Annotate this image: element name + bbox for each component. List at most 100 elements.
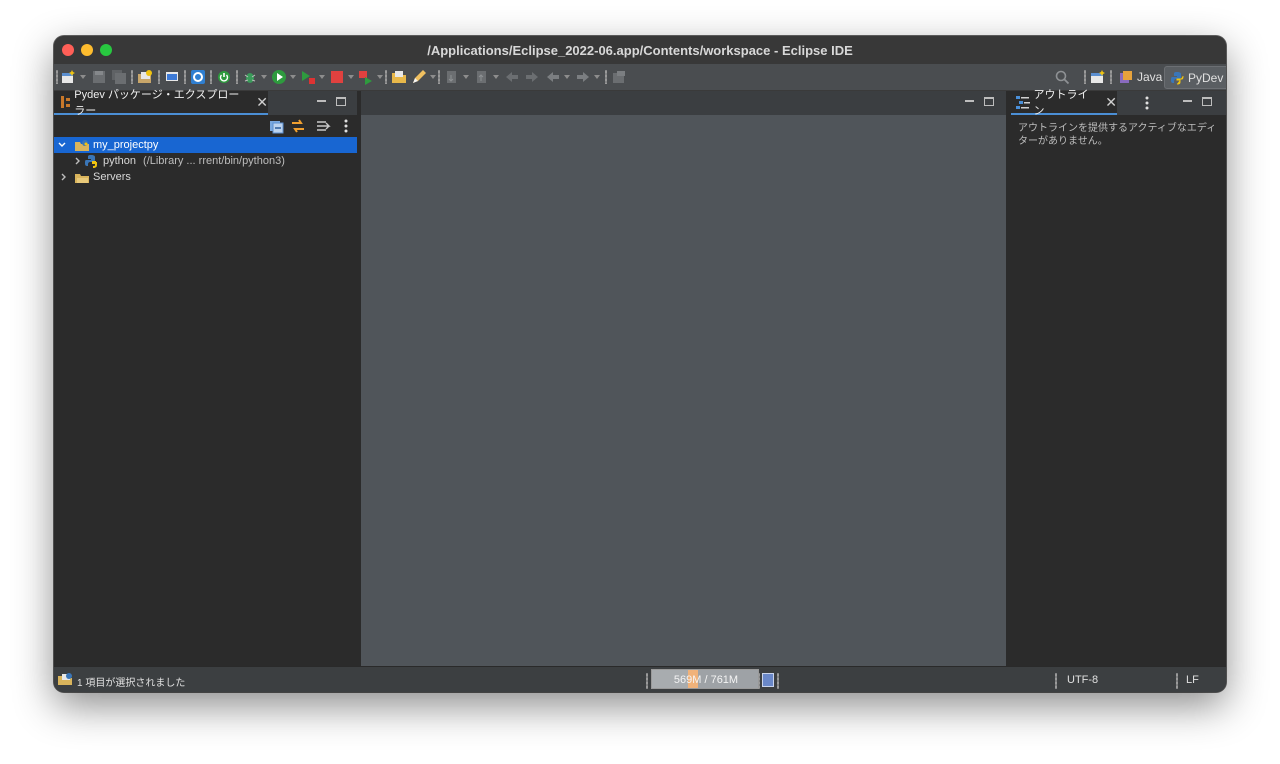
terminate-dropdown-icon[interactable] <box>377 75 383 79</box>
close-tab-icon[interactable]: ✕ <box>256 95 268 109</box>
stop-dropdown-icon[interactable] <box>348 75 354 79</box>
toolbar-separator <box>605 70 607 84</box>
tree-item-servers[interactable]: Servers <box>54 169 357 185</box>
chevron-down-icon[interactable] <box>56 140 68 150</box>
title-bar: /Applications/Eclipse_2022-06.app/Conten… <box>54 36 1226 64</box>
console-icon[interactable] <box>164 69 180 85</box>
tree-item-python-interpreter[interactable]: python (/Library ... rrent/bin/python3) <box>54 153 357 169</box>
selection-status-text: 1 項目が選択されました <box>77 678 186 689</box>
perspective-java[interactable]: Java <box>1114 66 1167 87</box>
debug-dropdown-icon[interactable] <box>261 75 267 79</box>
toolbar-separator <box>184 70 186 84</box>
maximize-view-icon[interactable] <box>1202 97 1212 106</box>
pen-dropdown-icon[interactable] <box>430 75 436 79</box>
last-edit-forward-icon[interactable] <box>524 69 540 85</box>
toolbar-separator <box>385 70 387 84</box>
run-icon[interactable] <box>271 69 287 85</box>
minimize-window-button[interactable] <box>81 44 93 56</box>
minimize-view-icon[interactable] <box>317 100 326 102</box>
terminate-launch-icon[interactable] <box>358 69 374 85</box>
power-icon[interactable] <box>216 69 232 85</box>
view-menu-icon[interactable] <box>338 118 354 134</box>
tree-item-label: Servers <box>93 171 131 183</box>
settings-gear-icon[interactable] <box>190 69 206 85</box>
open-perspective-icon[interactable] <box>1090 69 1106 85</box>
status-separator <box>646 673 648 689</box>
pydev-perspective-icon <box>1171 71 1184 84</box>
filter-icon[interactable] <box>316 118 332 134</box>
collapse-all-icon[interactable] <box>269 118 285 134</box>
maximize-editor-icon[interactable] <box>984 97 994 106</box>
pin-editor-icon[interactable] <box>611 69 627 85</box>
chevron-right-icon[interactable] <box>72 156 84 166</box>
editor-area[interactable] <box>361 91 1006 666</box>
outline-view: アウトライン ✕ アウトラインを提供するアクティブなエディターがありません。 <box>1011 89 1226 666</box>
garbage-collect-icon[interactable] <box>762 673 774 687</box>
package-explorer-view: Pydev パッケージ・エクスプローラー ✕ my_projectpy pyth… <box>54 89 357 666</box>
new-dropdown-icon[interactable] <box>80 75 86 79</box>
next-annotation-icon[interactable] <box>444 69 460 85</box>
toolbar-separator <box>210 70 212 84</box>
next-annotation-dropdown-icon[interactable] <box>463 75 469 79</box>
minimize-view-icon[interactable] <box>1183 100 1192 102</box>
encoding-status[interactable]: UTF-8 <box>1067 674 1098 686</box>
save-icon[interactable] <box>91 69 107 85</box>
view-window-controls <box>317 97 346 106</box>
toolbar-separator <box>236 70 238 84</box>
back-dropdown-icon[interactable] <box>564 75 570 79</box>
forward-arrow-icon[interactable] <box>575 69 591 85</box>
view-menu-icon[interactable] <box>1143 95 1151 116</box>
run-external-tool-icon[interactable] <box>300 69 316 85</box>
python-interpreter-icon <box>85 155 97 168</box>
pydev-project-icon <box>75 140 89 151</box>
heap-status-text: 569M / 761M <box>673 674 739 686</box>
open-folder-icon[interactable] <box>391 69 407 85</box>
close-tab-icon[interactable]: ✕ <box>1105 95 1117 109</box>
stop-icon[interactable] <box>329 69 345 85</box>
external-tool-dropdown-icon[interactable] <box>319 75 325 79</box>
new-project-icon[interactable] <box>137 69 153 85</box>
toolbar-separator <box>1110 70 1112 84</box>
perspective-pydev[interactable]: PyDev <box>1164 66 1226 89</box>
maximize-window-button[interactable] <box>100 44 112 56</box>
tab-outline-label: アウトライン <box>1033 89 1089 117</box>
save-all-icon[interactable] <box>111 69 127 85</box>
close-window-button[interactable] <box>62 44 74 56</box>
outline-tabbar: アウトライン ✕ <box>1011 89 1226 117</box>
toolbar-separator <box>438 70 440 84</box>
link-with-editor-icon[interactable] <box>290 118 306 134</box>
tab-outline[interactable]: アウトライン ✕ <box>1011 89 1117 117</box>
eclipse-window: /Applications/Eclipse_2022-06.app/Conten… <box>54 36 1226 692</box>
pen-edit-icon[interactable] <box>411 69 427 85</box>
tree-item-project[interactable]: my_projectpy <box>54 137 357 153</box>
tab-package-explorer-label: Pydev パッケージ・エクスプローラー <box>74 89 240 117</box>
java-perspective-icon <box>1120 70 1132 83</box>
last-edit-location-icon[interactable] <box>504 69 520 85</box>
maximize-view-icon[interactable] <box>336 97 346 106</box>
view-window-controls <box>1183 97 1212 106</box>
chevron-right-icon[interactable] <box>58 172 70 182</box>
prev-annotation-dropdown-icon[interactable] <box>493 75 499 79</box>
editor-window-controls <box>965 97 994 106</box>
package-explorer-toolbar <box>54 115 357 137</box>
editor-tabbar <box>361 91 1006 115</box>
outline-icon <box>1016 96 1030 109</box>
prev-annotation-icon[interactable] <box>474 69 490 85</box>
tree-item-detail: (/Library ... rrent/bin/python3) <box>143 155 285 167</box>
project-tree: my_projectpy python (/Library ... rrent/… <box>54 137 357 185</box>
debug-icon[interactable] <box>242 69 258 85</box>
forward-dropdown-icon[interactable] <box>594 75 600 79</box>
tab-package-explorer[interactable]: Pydev パッケージ・エクスプローラー ✕ <box>54 89 268 117</box>
line-delimiter-status[interactable]: LF <box>1186 674 1199 686</box>
search-icon[interactable] <box>1054 69 1070 85</box>
toolbar-grip[interactable] <box>56 70 58 84</box>
status-separator <box>1055 673 1057 689</box>
selection-status-icon <box>58 673 72 685</box>
back-arrow-icon[interactable] <box>545 69 561 85</box>
run-dropdown-icon[interactable] <box>290 75 296 79</box>
minimize-editor-icon[interactable] <box>965 100 974 102</box>
new-icon[interactable] <box>61 69 77 85</box>
heap-status[interactable]: 569M / 761M <box>651 669 759 689</box>
toolbar-separator <box>1084 70 1086 84</box>
perspective-java-label: Java <box>1137 69 1163 84</box>
